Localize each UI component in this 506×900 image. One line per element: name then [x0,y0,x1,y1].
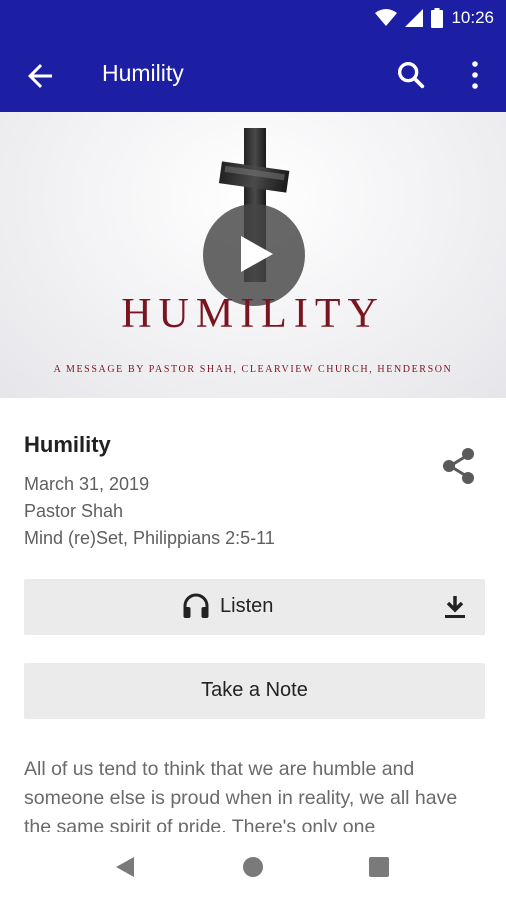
page-title: Humility [102,60,184,86]
share-icon [443,448,474,484]
search-button[interactable] [394,58,428,92]
back-button[interactable] [22,58,58,94]
take-note-label: Take a Note [201,679,308,701]
hero-title: HUMILITY [121,291,385,337]
sermon-description: All of us tend to think that we are humb… [24,758,458,833]
wifi-icon [375,9,398,26]
listen-content: Listen [182,593,273,619]
back-arrow-icon [28,64,52,88]
listen-button[interactable]: Listen [24,579,485,635]
status-bar: 10:26 [0,0,506,36]
sermon-date: March 31, 2019 [24,474,150,494]
play-icon [241,236,273,272]
battery-icon [431,8,444,28]
more-vert-icon [472,61,478,89]
system-nav-bar [0,832,506,900]
sermon-title: Humility [24,432,111,457]
hero-subtitle: A MESSAGE BY PASTOR SHAH, CLEARVIEW CHUR… [53,364,453,375]
search-icon [397,61,425,89]
nav-back-icon[interactable] [114,856,136,878]
take-note-button[interactable]: Take a Note [24,663,485,719]
nav-home-icon[interactable] [243,857,263,877]
signal-icon [405,9,424,27]
headphones-icon [183,593,209,618]
nav-recents-icon[interactable] [369,857,389,877]
listen-label: Listen [220,594,274,617]
sermon-video-thumbnail[interactable]: HUMILITY A MESSAGE BY PASTOR SHAH, CLEAR… [0,112,506,398]
sermon-speaker: Pastor Shah [24,501,124,521]
status-icons: 10:26 [375,8,494,28]
more-options-button[interactable] [460,58,490,92]
app-bar: Humility [0,36,506,112]
status-time: 10:26 [451,8,494,27]
sermon-series: Mind (re)Set, Philippians 2:5-11 [24,528,275,548]
share-button[interactable] [440,446,478,486]
download-icon[interactable] [441,593,469,621]
